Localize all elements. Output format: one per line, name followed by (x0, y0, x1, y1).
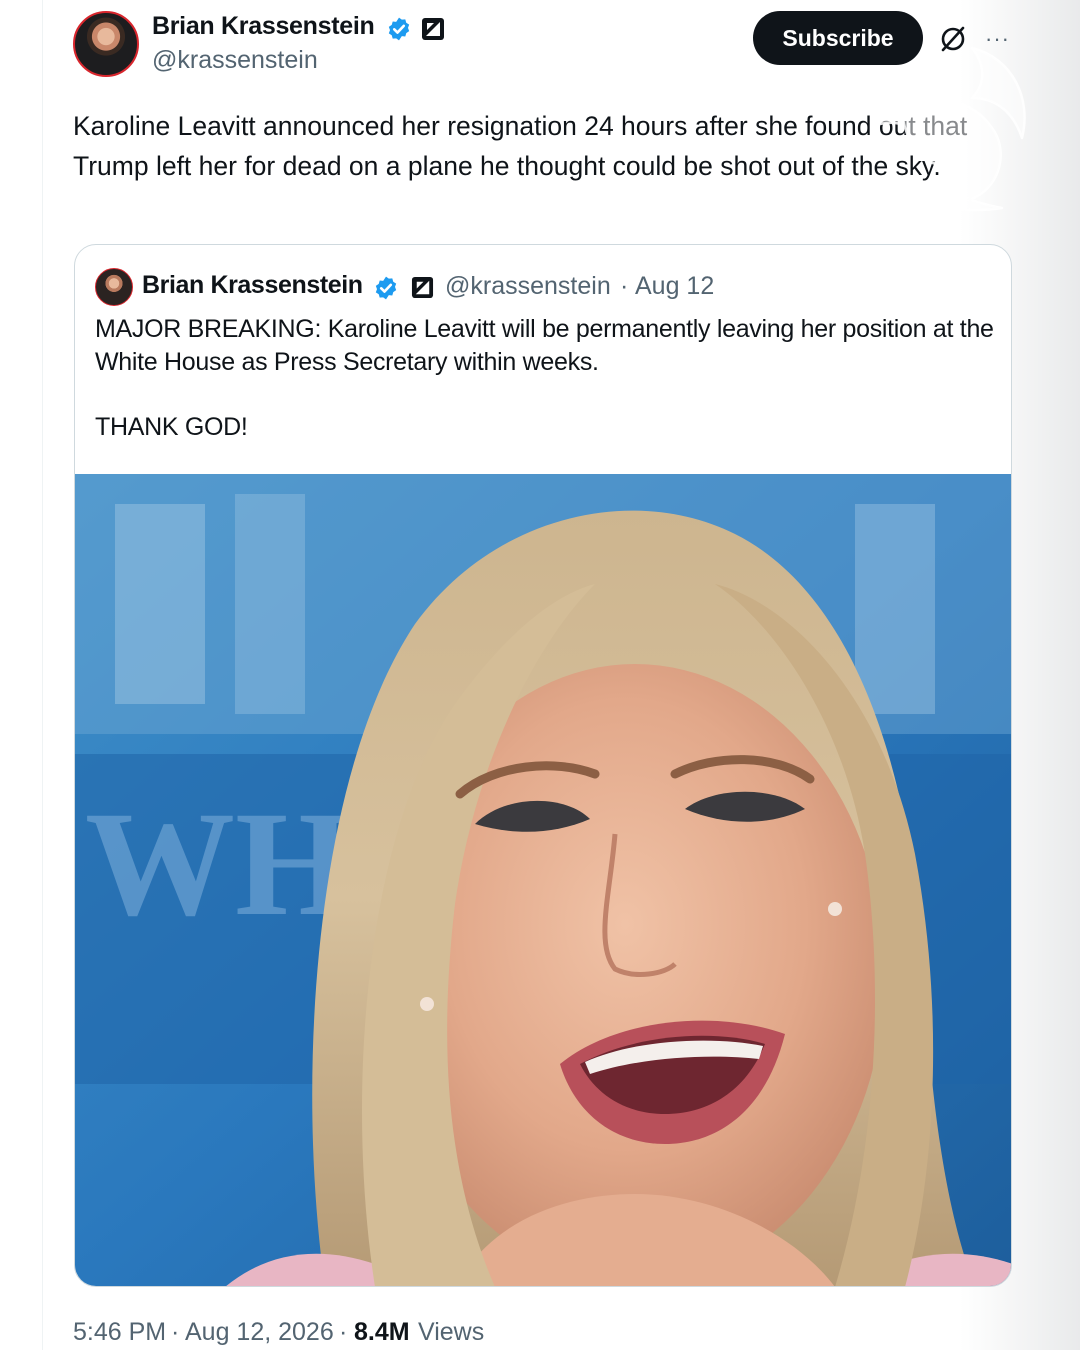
author-name[interactable]: Brian Krassenstein (152, 12, 375, 41)
dove-watermark-icon: HaftaH.co (878, 46, 1026, 219)
views-count: 8.4M (354, 1318, 410, 1346)
tweet-time[interactable]: 5:46 PM (73, 1318, 166, 1347)
watermark-label: HaftaH.co (902, 205, 956, 219)
timeline-divider (42, 0, 43, 1350)
quoted-meta-separator: · (620, 272, 629, 300)
author-avatar[interactable] (73, 11, 139, 77)
tweet-date[interactable]: Aug 12, 2026 (185, 1318, 334, 1347)
quoted-tweet-photo[interactable]: WHI (75, 474, 1012, 1287)
quoted-tweet-text: MAJOR BREAKING: Karoline Leavitt will be… (95, 315, 994, 376)
meta-separator: · (339, 1318, 348, 1346)
quoted-author-handle[interactable]: @krassenstein (445, 272, 611, 301)
author-handle[interactable]: @krassenstein (152, 46, 318, 75)
affiliate-badge-icon (411, 276, 434, 299)
views-label: Views (418, 1318, 485, 1346)
verified-badge-icon (375, 276, 397, 300)
quoted-tweet-text-line2: THANK GOD! (95, 413, 248, 441)
verified-badge-icon (388, 17, 410, 41)
quoted-author-avatar[interactable] (95, 268, 133, 306)
quoted-author-name[interactable]: Brian Krassenstein (142, 271, 363, 300)
quoted-date[interactable]: Aug 12 (635, 272, 714, 301)
affiliate-badge-icon (422, 18, 444, 40)
meta-separator: · (171, 1318, 180, 1346)
quoted-tweet-card[interactable]: Brian Krassenstein @krassenstein · Aug 1… (74, 244, 1012, 1287)
